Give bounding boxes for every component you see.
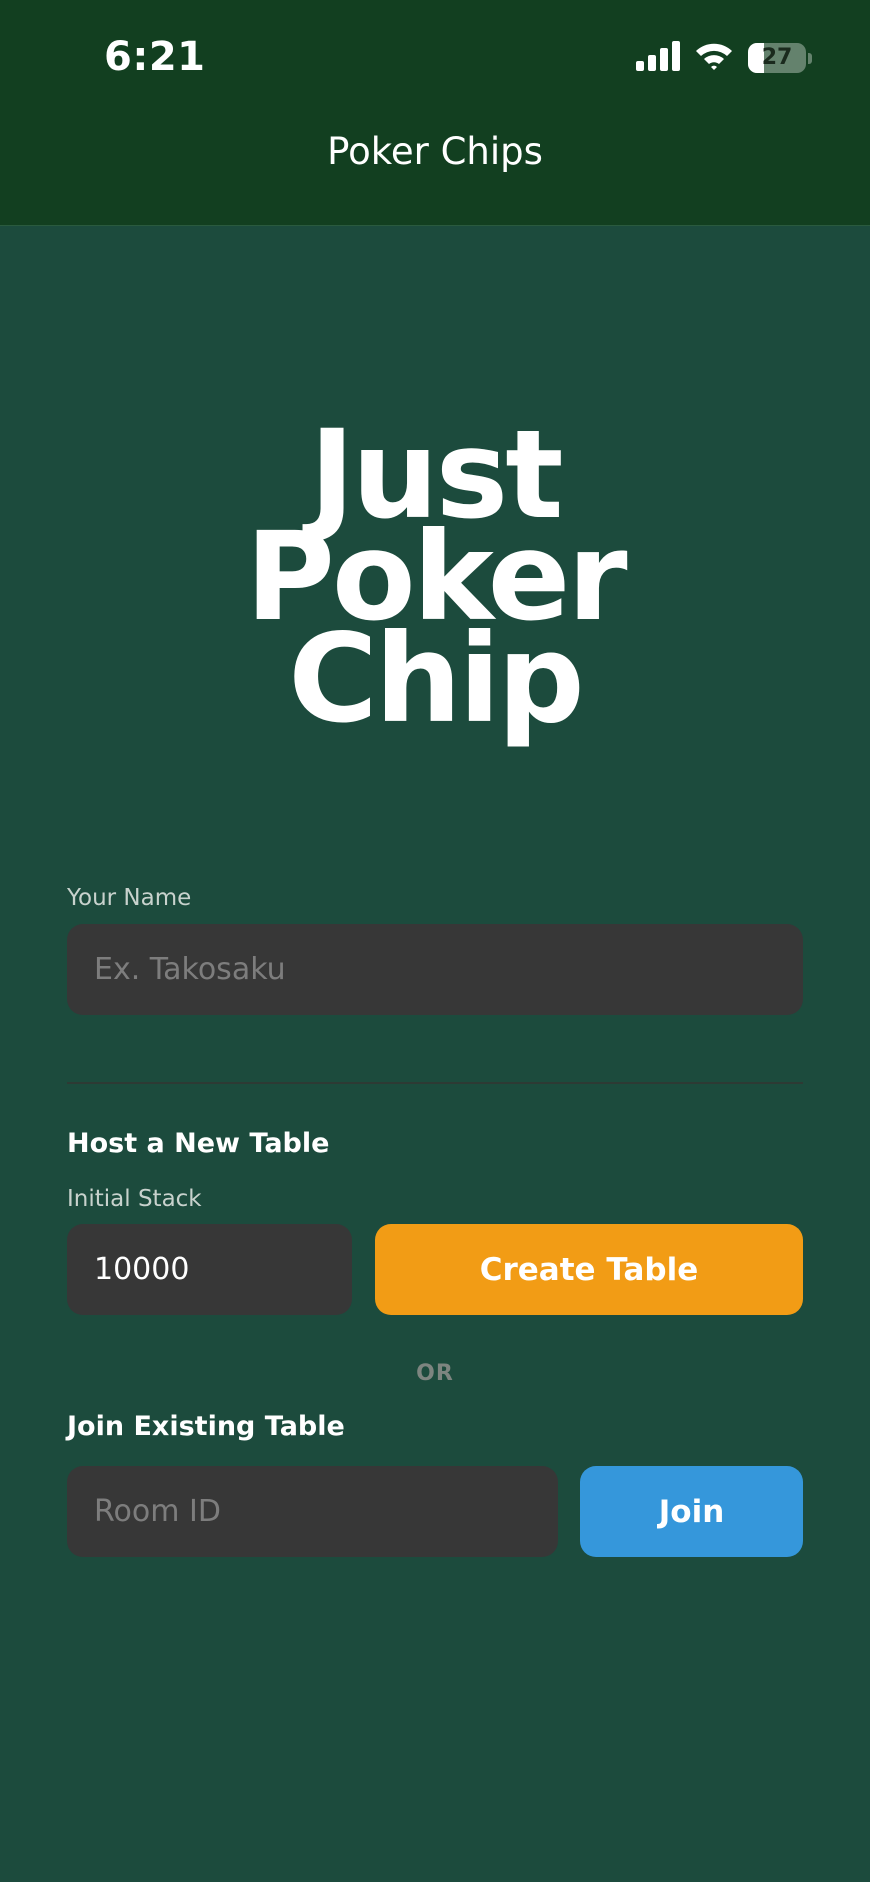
create-table-button[interactable]: Create Table [375,1224,803,1315]
battery-icon: 27 [748,43,806,73]
wifi-icon [694,41,734,75]
divider [67,1082,803,1084]
name-label: Your Name [67,885,192,911]
status-icons: 27 [636,40,812,76]
status-time: 6:21 [104,34,206,80]
initial-stack-input[interactable]: 10000 [67,1224,352,1315]
initial-stack-label: Initial Stack [67,1186,202,1212]
page-title: Poker Chips [327,130,543,173]
battery-level: 27 [761,45,793,70]
app-logo: Just Poker Chip [0,414,870,750]
room-id-input[interactable]: Room ID [67,1466,558,1557]
or-separator: OR [416,1361,454,1386]
host-section-title: Host a New Table [67,1128,330,1159]
top-bar: 6:21 27 Poker Chips [0,0,870,226]
battery-tip [808,52,812,64]
join-section-title: Join Existing Table [67,1411,345,1442]
join-button[interactable]: Join [580,1466,803,1557]
name-input[interactable]: Ex. Takosaku [67,924,803,1015]
logo-line: Chip [288,608,585,750]
cellular-signal-icon [636,41,680,75]
